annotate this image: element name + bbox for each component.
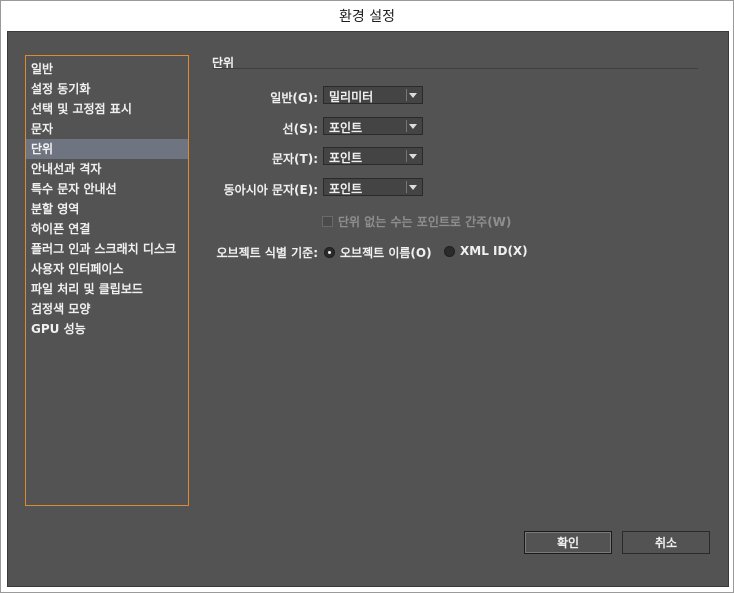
numbers-without-units-option: 단위 없는 수는 포인트로 간주(W) (322, 213, 511, 230)
identify-objects-label: 오브젝트 식별 기준: (216, 246, 318, 260)
general-unit-value: 밀리미터 (329, 90, 374, 104)
identify-by-object-name-radio[interactable]: 오브젝트 이름(O) (324, 244, 432, 261)
type-unit-label: 문자(T): (271, 152, 318, 166)
sidebar-item[interactable]: 하이픈 연결 (26, 219, 188, 239)
asian-type-unit-label: 동아시아 문자(E): (223, 183, 318, 197)
dialog-title: 환경 설정 (339, 9, 395, 25)
chevron-down-icon[interactable] (409, 124, 417, 129)
asian-type-unit-value: 포인트 (329, 182, 363, 196)
identify-by-xml-id-radio[interactable]: XML ID(X) (444, 244, 528, 258)
select-separator (406, 89, 407, 101)
type-unit-value: 포인트 (329, 151, 363, 165)
asian-type-unit-select[interactable]: 포인트 (323, 178, 423, 196)
general-unit-select[interactable]: 밀리미터 (323, 86, 423, 104)
chevron-down-icon[interactable] (409, 93, 417, 98)
type-unit-select[interactable]: 포인트 (323, 147, 423, 165)
stroke-unit-value: 포인트 (329, 121, 363, 135)
numbers-without-units-checkbox[interactable] (322, 216, 333, 227)
sidebar-item[interactable]: 사용자 인터페이스 (26, 259, 188, 279)
identify-by-xml-id-label: XML ID(X) (460, 244, 528, 258)
preferences-dialog: 환경 설정 일반 설정 동기화 선택 및 고정점 표시 문자 단위 안내선과 격자 특수 문… (0, 0, 734, 593)
identify-by-object-name-label: 오브젝트 이름(O) (340, 246, 432, 260)
chevron-down-icon[interactable] (409, 185, 417, 190)
dialog-titlebar: 환경 설정 (1, 1, 733, 31)
select-separator (406, 120, 407, 132)
sidebar-item[interactable]: 일반 (26, 59, 188, 79)
select-separator (406, 181, 407, 193)
select-separator (406, 150, 407, 162)
sidebar-item[interactable]: 검정색 모양 (26, 299, 188, 319)
radio-unselected-icon[interactable] (444, 245, 455, 257)
cancel-button[interactable]: 취소 (622, 531, 710, 554)
section-divider (212, 68, 698, 69)
sidebar-item[interactable]: 파일 처리 및 클립보드 (26, 279, 188, 299)
radio-selected-icon[interactable] (324, 247, 335, 258)
stroke-unit-label: 선(S): (282, 122, 318, 136)
sidebar-item[interactable]: 분할 영역 (26, 199, 188, 219)
ok-button[interactable]: 확인 (524, 531, 612, 554)
sidebar-item[interactable]: GPU 성능 (26, 319, 188, 339)
numbers-without-units-label: 단위 없는 수는 포인트로 간주(W) (338, 215, 512, 229)
general-unit-label: 일반(G): (270, 91, 318, 105)
stroke-unit-select[interactable]: 포인트 (323, 117, 423, 135)
chevron-down-icon[interactable] (409, 154, 417, 159)
dialog-content: 일반 설정 동기화 선택 및 고정점 표시 문자 단위 안내선과 격자 특수 문자 안내선 분… (7, 31, 729, 587)
